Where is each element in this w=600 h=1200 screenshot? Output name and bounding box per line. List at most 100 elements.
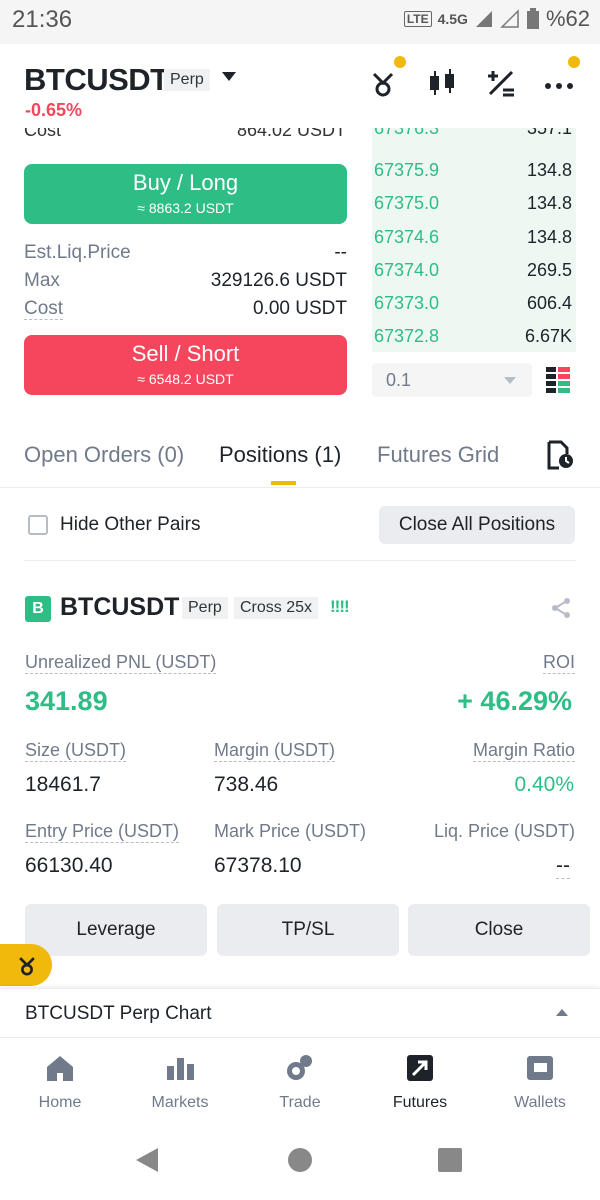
precision-value: 0.1 (386, 370, 412, 390)
book-price: 67374.0 (374, 260, 440, 280)
side-badge: B (25, 596, 51, 622)
book-qty: 134.8 (526, 160, 572, 180)
adl-indicator: !!!! (330, 597, 350, 616)
order-book-row[interactable]: 67375.0 134.8 (372, 193, 576, 223)
info-label: Max (24, 270, 60, 291)
divider (24, 560, 576, 561)
tp-sl-button[interactable]: TP/SL (217, 904, 399, 956)
nav-wallets[interactable]: Wallets (480, 1052, 600, 1112)
system-nav-bar (0, 1124, 600, 1200)
back-icon[interactable] (134, 1146, 162, 1174)
plus-minus-icon[interactable] (484, 66, 518, 100)
order-book-row[interactable]: 67376.3 357.1 (372, 128, 576, 148)
battery-percent: %62 (545, 6, 590, 31)
share-icon[interactable] (550, 597, 572, 619)
nav-label: Trade (279, 1094, 321, 1111)
roi-label[interactable]: ROI (542, 652, 575, 674)
order-book-row[interactable]: 67374.6 134.8 (372, 227, 576, 257)
unrealized-pnl-label[interactable]: Unrealized PNL (USDT) (25, 652, 217, 674)
chevron-down-icon (504, 377, 516, 384)
size-label[interactable]: Size (USDT) (25, 740, 127, 762)
order-book-row[interactable]: 67374.0 269.5 (372, 260, 576, 290)
order-book-row[interactable]: 67375.9 134.8 (372, 160, 576, 190)
roi-value: + 46.29% (457, 686, 572, 716)
precision-select[interactable]: 0.1 (372, 363, 532, 397)
size-value: 18461.7 (25, 773, 101, 796)
margin-ratio-label[interactable]: Margin Ratio (472, 740, 575, 762)
order-tabs: Open Orders (0) Positions (1) Futures Gr… (0, 438, 600, 488)
book-qty: 357.1 (526, 128, 572, 138)
notification-dot (394, 56, 406, 68)
info-value: 0.00 USDT (253, 298, 347, 319)
hide-other-pairs-label[interactable]: Hide Other Pairs (60, 514, 200, 536)
liq-price-value[interactable]: -- (556, 854, 570, 879)
book-qty: 269.5 (526, 260, 572, 280)
status-time: 21:36 (12, 6, 73, 33)
tab-open-orders[interactable]: Open Orders (0) (24, 442, 184, 468)
bottom-nav: Home Markets Trade Futures Wallets (0, 1040, 600, 1124)
book-qty: 606.4 (526, 293, 572, 313)
network-type: 4.5G (437, 11, 468, 27)
margin-mode-tag[interactable]: Cross 25x (234, 597, 319, 619)
max-row: Max 329126.6 USDT (24, 270, 347, 296)
binance-icon[interactable] (366, 66, 400, 100)
trade-icon (287, 1055, 312, 1080)
active-tab-indicator (271, 481, 296, 485)
entry-price-value: 66130.40 (25, 854, 113, 877)
leverage-button[interactable]: Leverage (25, 904, 207, 956)
margin-label[interactable]: Margin (USDT) (214, 740, 336, 762)
mark-price-label: Mark Price (USDT) (214, 821, 366, 841)
book-price: 67373.0 (374, 293, 440, 313)
nav-trade[interactable]: Trade (240, 1052, 360, 1112)
close-position-button[interactable]: Close (408, 904, 590, 956)
notification-dot (568, 56, 580, 68)
book-layout-icon[interactable] (546, 367, 570, 393)
buy-long-button[interactable]: Buy / Long ≈ 8863.2 USDT (24, 164, 347, 224)
clipped-cost-value: 864.02 USDT (236, 128, 346, 140)
contract-tag: Perp (182, 597, 228, 619)
est-liq-price-row: Est.Liq.Price -- (24, 242, 347, 268)
app-header: BTCUSDT Perp -0.65% (0, 56, 600, 126)
book-price: 67374.6 (374, 227, 440, 247)
info-label[interactable]: Cost (24, 298, 64, 320)
network-tag: LTE (403, 11, 432, 27)
book-qty: 134.8 (526, 227, 572, 247)
nav-label: Wallets (514, 1094, 566, 1111)
sell-short-button[interactable]: Sell / Short ≈ 6548.2 USDT (24, 335, 347, 395)
order-book-row[interactable]: 67372.8 6.67K (372, 326, 576, 352)
book-qty: 6.67K (524, 326, 572, 346)
home-icon (47, 1056, 73, 1081)
status-bar: 21:36 LTE 4.5G %62 (0, 0, 600, 44)
recents-icon[interactable] (437, 1147, 463, 1173)
close-all-positions-button[interactable]: Close All Positions (379, 506, 575, 544)
info-value: -- (334, 242, 347, 263)
signal-empty-icon (500, 9, 519, 28)
clipped-cost-label: Cost (24, 128, 62, 140)
pair-title[interactable]: BTCUSDT (24, 62, 169, 98)
clipped-cost-row: Cost 864.02 USDT (24, 128, 346, 146)
tab-futures-grid[interactable]: Futures Grid (377, 442, 499, 468)
nav-markets[interactable]: Markets (120, 1052, 240, 1112)
entry-price-label[interactable]: Entry Price (USDT) (25, 821, 180, 843)
chart-bar-label: BTCUSDT Perp Chart (25, 1003, 212, 1024)
order-history-icon[interactable] (545, 440, 575, 470)
wallets-icon (527, 1056, 553, 1080)
nav-futures[interactable]: Futures (360, 1052, 480, 1112)
pair-dropdown-icon[interactable] (222, 72, 236, 81)
nav-home[interactable]: Home (0, 1052, 120, 1112)
floating-binance-button[interactable] (0, 944, 52, 986)
book-price: 67375.9 (374, 160, 440, 180)
tab-positions[interactable]: Positions (1) (219, 442, 341, 468)
signal-icon (475, 11, 492, 27)
sell-short-label: Sell / Short (131, 341, 240, 366)
hide-other-pairs-checkbox[interactable] (28, 515, 48, 535)
chart-toggle-bar[interactable]: BTCUSDT Perp Chart (0, 988, 600, 1038)
candlestick-icon[interactable] (425, 66, 459, 100)
battery-icon (526, 8, 539, 29)
more-icon[interactable] (542, 66, 576, 100)
order-book-row[interactable]: 67373.0 606.4 (372, 293, 576, 323)
book-price: 67375.0 (374, 193, 440, 213)
nav-label: Home (38, 1094, 82, 1111)
mark-price-value: 67378.10 (214, 854, 302, 877)
home-circle-icon[interactable] (287, 1147, 313, 1173)
